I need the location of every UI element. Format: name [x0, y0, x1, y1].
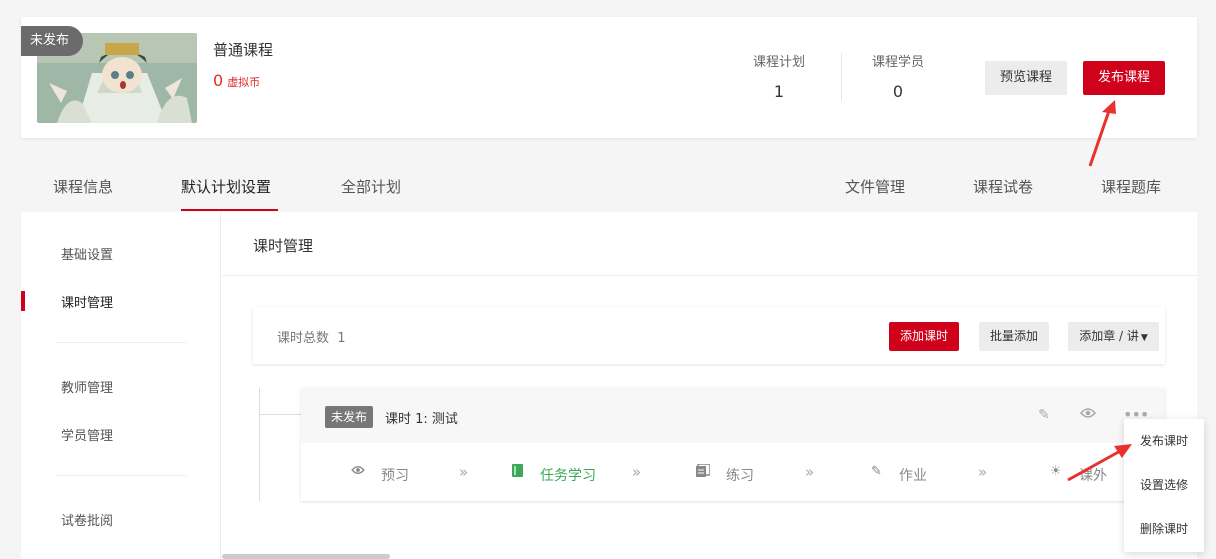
edit-icon[interactable]: ✎	[1035, 406, 1053, 424]
sidebar-item-basic-settings[interactable]: 基础设置	[61, 244, 113, 263]
tab-question-bank[interactable]: 课程题库	[1101, 176, 1161, 197]
lesson-item: 未发布 课时 1: 测试 ✎ ••• 预习 » 任务学习 » 练习 » ✎ 作业…	[301, 388, 1165, 501]
task-preview[interactable]: 预习	[381, 465, 409, 485]
sidebar-item-lesson-management[interactable]: 课时管理	[61, 292, 113, 311]
chevron-right-icon: »	[459, 463, 469, 481]
chevron-right-icon: »	[805, 463, 815, 481]
tree-line-vertical	[259, 388, 260, 501]
sun-icon: ☀	[1050, 464, 1062, 479]
menu-item-set-elective[interactable]: 设置选修	[1124, 476, 1204, 493]
price-value: 0	[213, 71, 224, 90]
stat-label: 课程学员	[871, 55, 924, 70]
stat-divider	[841, 53, 842, 101]
add-chapter-label: 添加章 / 讲	[1079, 329, 1139, 343]
task-extracurricular[interactable]: 课外	[1079, 465, 1107, 485]
lesson-summary-bar: 课时总数 1 添加课时 批量添加 添加章 / 讲 ▼	[253, 307, 1165, 364]
book-icon	[512, 464, 523, 481]
course-price: 0 虚拟币	[213, 71, 260, 90]
sidebar-item-teacher-management[interactable]: 教师管理	[61, 377, 113, 396]
horizontal-scrollbar[interactable]	[222, 554, 390, 559]
stat-course-plan: 课程计划 1	[734, 51, 824, 101]
add-chapter-dropdown[interactable]: 添加章 / 讲 ▼	[1068, 322, 1159, 351]
pencil-icon: ✎	[871, 464, 882, 479]
add-lesson-button[interactable]: 添加课时	[889, 322, 959, 351]
tab-course-info[interactable]: 课程信息	[53, 176, 113, 197]
tab-file-management[interactable]: 文件管理	[845, 176, 905, 197]
menu-item-delete-lesson[interactable]: 删除课时	[1124, 520, 1204, 537]
stat-value: 1	[773, 82, 785, 101]
tab-all-plans[interactable]: 全部计划	[341, 176, 401, 197]
stat-value: 0	[892, 82, 904, 101]
course-title: 普通课程	[213, 41, 274, 59]
chevron-right-icon: »	[632, 463, 642, 481]
chevron-right-icon: »	[978, 463, 988, 481]
lesson-total: 课时总数 1	[277, 327, 346, 346]
stat-course-students: 课程学员 0	[853, 51, 943, 101]
lesson-status-badge: 未发布	[325, 406, 374, 428]
tab-course-exams[interactable]: 课程试卷	[973, 176, 1033, 197]
sidebar-divider	[56, 475, 186, 476]
tab-default-plan-settings[interactable]: 默认计划设置	[181, 176, 271, 197]
lesson-actions-menu: 发布课时 设置选修 删除课时	[1124, 419, 1204, 552]
caret-down-icon: ▼	[1140, 333, 1148, 343]
eye-icon	[351, 464, 365, 479]
publish-course-button[interactable]: 发布课程	[1083, 61, 1165, 95]
list-icon	[696, 463, 711, 481]
sidebar-item-exam-review[interactable]: 试卷批阅	[61, 510, 113, 529]
sidebar-item-student-management[interactable]: 学员管理	[61, 425, 113, 444]
sidebar-active-marker	[21, 291, 25, 311]
course-header-card: 未发布 普通课程 0 虚拟币 课程计划 1 课程学员 0 预览课程 发布课程	[21, 17, 1197, 138]
preview-course-button[interactable]: 预览课程	[985, 61, 1067, 95]
eye-icon[interactable]	[1079, 406, 1097, 424]
lesson-header: 未发布 课时 1: 测试 ✎ •••	[301, 388, 1165, 443]
task-exercise[interactable]: 练习	[726, 465, 754, 485]
lesson-name: 课时 1: 测试	[385, 412, 458, 427]
page-title: 课时管理	[253, 237, 314, 255]
header-divider	[222, 275, 1197, 276]
sidebar-divider	[56, 342, 186, 343]
active-tab-indicator	[181, 209, 278, 211]
menu-item-publish-lesson[interactable]: 发布课时	[1124, 432, 1204, 449]
sidebar: 基础设置 课时管理 教师管理 学员管理 试卷批阅	[21, 212, 221, 559]
course-tabs: 课程信息 默认计划设置 全部计划 文件管理 课程试卷 课程题库	[0, 160, 1216, 212]
task-homework[interactable]: 作业	[899, 465, 927, 485]
stat-label: 课程计划	[752, 55, 805, 70]
batch-add-button[interactable]: 批量添加	[979, 322, 1049, 351]
tree-line-horizontal	[259, 414, 301, 415]
unpublished-badge: 未发布	[21, 26, 84, 56]
price-unit: 虚拟币	[227, 76, 261, 89]
lesson-total-label: 课时总数	[277, 331, 330, 346]
lesson-total-value: 1	[337, 331, 346, 346]
task-study[interactable]: 任务学习	[540, 465, 596, 485]
main-panel: 基础设置 课时管理 教师管理 学员管理 试卷批阅 课时管理 课时总数 1 添加课…	[21, 212, 1197, 559]
